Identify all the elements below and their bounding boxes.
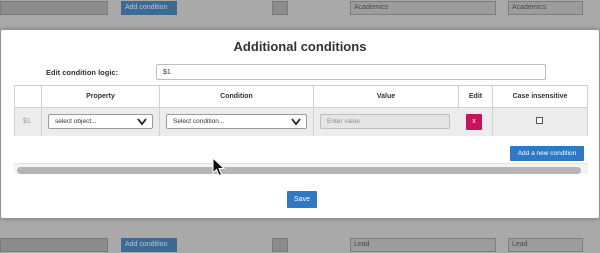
table-header-property: Property bbox=[42, 86, 160, 108]
property-select-placeholder: select object... bbox=[55, 118, 97, 125]
background-cell bbox=[0, 1, 108, 15]
table-header-condition: Condition bbox=[160, 86, 314, 108]
save-button[interactable]: Save bbox=[287, 191, 317, 208]
condition-select-placeholder: Select condition... bbox=[173, 118, 225, 125]
condition-logic-label: Edit condition logic: bbox=[46, 68, 119, 77]
background-add-condition-button: Add condition bbox=[121, 238, 177, 252]
table-header-edit: Edit bbox=[459, 86, 493, 108]
table-header-value: Value bbox=[314, 86, 459, 108]
add-new-condition-button[interactable]: Add a new condition bbox=[510, 146, 584, 161]
background-field: Lead bbox=[350, 238, 496, 252]
background-field: Lead bbox=[508, 238, 583, 252]
background-cell bbox=[0, 238, 108, 252]
background-cell bbox=[272, 238, 288, 252]
chevron-down-icon bbox=[291, 118, 301, 126]
value-input[interactable]: Enter value bbox=[320, 114, 450, 129]
delete-condition-button[interactable]: x bbox=[466, 114, 482, 130]
background-field: Academics bbox=[350, 1, 496, 15]
modal-title: Additional conditions bbox=[233, 39, 367, 54]
condition-logic-input[interactable] bbox=[156, 64, 546, 80]
value-cell: Enter value x bbox=[314, 108, 493, 136]
background-field: Academics bbox=[508, 1, 583, 15]
property-cell: select object... bbox=[42, 108, 160, 136]
horizontal-scrollbar[interactable] bbox=[14, 163, 588, 174]
table-header-index bbox=[15, 86, 42, 108]
case-insensitive-cell bbox=[493, 108, 587, 136]
chevron-down-icon bbox=[137, 118, 147, 126]
condition-select[interactable]: Select condition... bbox=[166, 114, 307, 129]
background-row-bottom: Add condition Lead Lead bbox=[0, 237, 600, 253]
additional-conditions-modal: Additional conditions Edit condition log… bbox=[1, 30, 599, 218]
conditions-table: Property Condition Value Edit Case insen… bbox=[14, 85, 588, 136]
table-header-case-insensitive: Case insensitive bbox=[493, 86, 587, 108]
property-select[interactable]: select object... bbox=[48, 114, 153, 129]
mouse-pointer-icon bbox=[212, 157, 226, 177]
background-row-top: Add condition Academics Academics bbox=[0, 0, 600, 16]
table-row: $1 bbox=[15, 108, 42, 136]
background-cell bbox=[272, 1, 288, 15]
background-add-condition-button: Add condition bbox=[121, 1, 177, 15]
row-label: $1 bbox=[23, 118, 31, 125]
scrollbar-thumb[interactable] bbox=[17, 167, 581, 174]
case-insensitive-checkbox[interactable] bbox=[536, 117, 543, 124]
condition-cell: Select condition... bbox=[160, 108, 314, 136]
